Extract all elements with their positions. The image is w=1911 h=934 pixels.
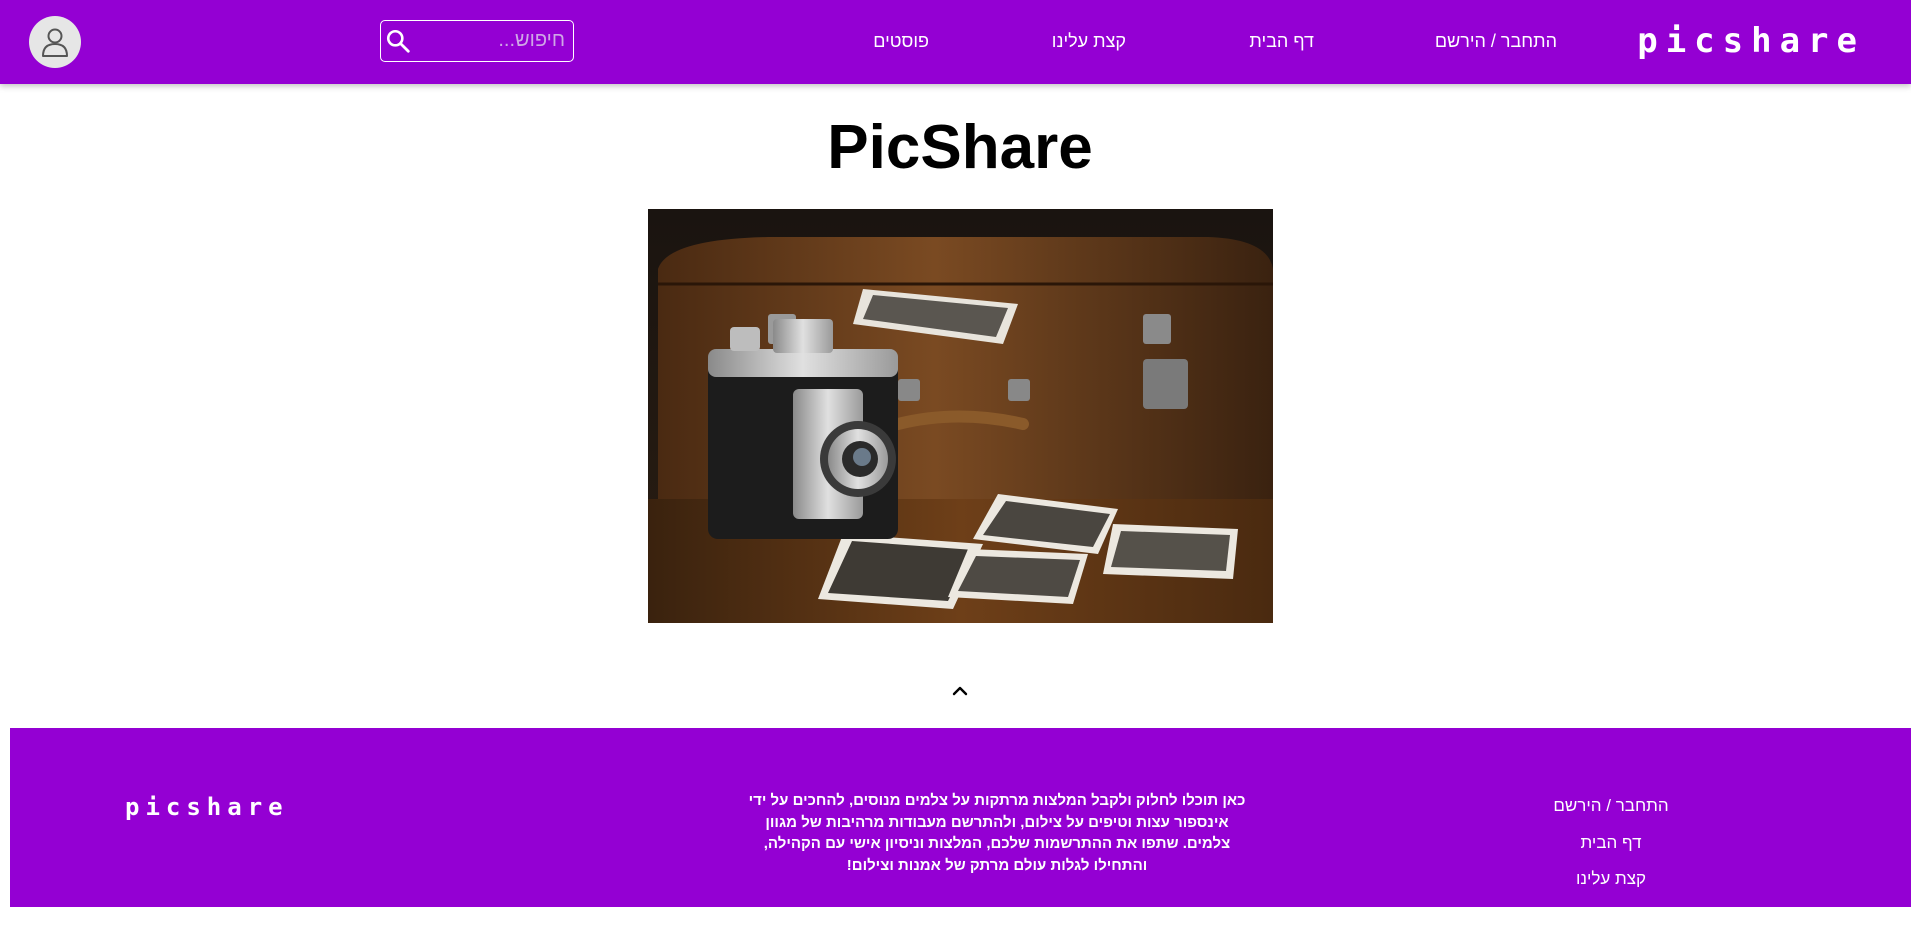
footer-description: כאן תוכלו לחלוק ולקבל המלצות מרתקות על צ… — [747, 790, 1247, 876]
hero-image-camera-suitcase — [648, 209, 1273, 623]
nav-login-register[interactable]: התחבר / הירשם — [1435, 29, 1557, 53]
search-input[interactable] — [417, 21, 567, 60]
footer-links: התחבר / הירשם דף הבית קצת עלינו פוסטים — [1511, 788, 1711, 934]
footer-link-home[interactable]: דף הבית — [1511, 825, 1711, 862]
footer-link-login-register[interactable]: התחבר / הירשם — [1511, 788, 1711, 825]
site-logo[interactable]: picshare — [1637, 19, 1865, 63]
page-title: PicShare — [0, 112, 1911, 184]
nav-home[interactable]: דף הבית — [1249, 29, 1314, 53]
top-navbar: picshare התחבר / הירשם דף הבית קצת עלינו… — [0, 0, 1911, 84]
footer-link-posts[interactable]: פוסטים — [1511, 898, 1711, 934]
chevron-up-icon[interactable] — [951, 682, 969, 700]
nav-posts[interactable]: פוסטים — [873, 29, 929, 53]
nav-about[interactable]: קצת עלינו — [1052, 29, 1126, 53]
user-avatar-button[interactable] — [29, 16, 81, 68]
footer-link-about[interactable]: קצת עלינו — [1511, 861, 1711, 898]
footer-logo[interactable]: picshare — [125, 792, 289, 822]
site-footer: picshare כאן תוכלו לחלוק ולקבל המלצות מר… — [10, 728, 1911, 907]
user-icon — [41, 27, 69, 57]
search-icon[interactable] — [385, 28, 411, 54]
search-box — [380, 20, 574, 62]
